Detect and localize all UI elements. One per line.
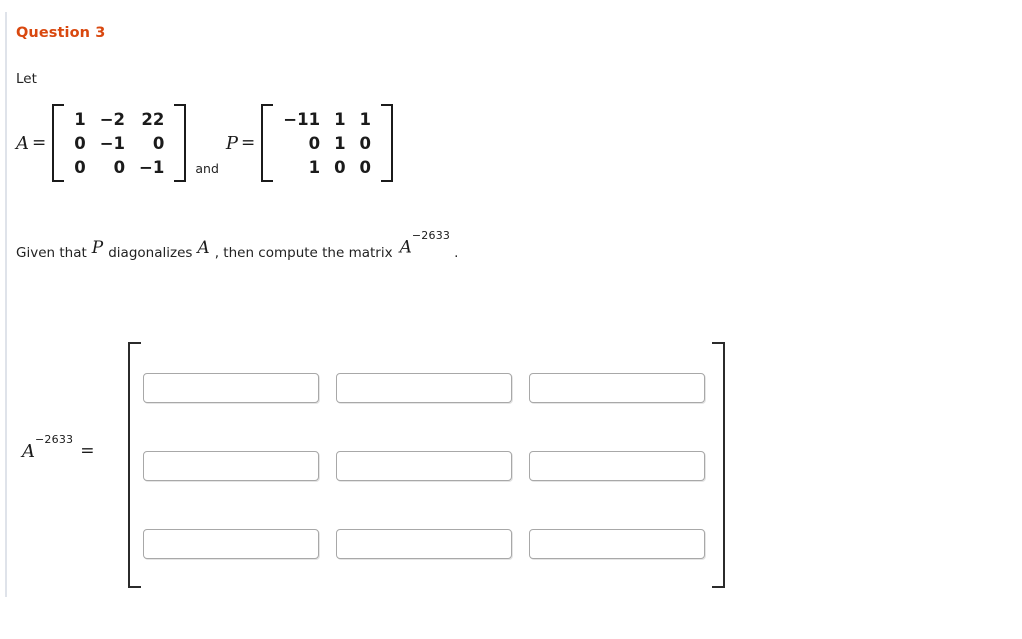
matrix-p-left-bracket [261, 104, 274, 183]
prompt-power-base: A [399, 237, 412, 258]
prompt-power-exponent: −2633 [411, 229, 451, 243]
prompt-part-3: , then compute the matrix [214, 244, 393, 261]
matrix-a-cell-0-1: −2 [99, 109, 126, 129]
matrix-a-cell-2-1: 0 [113, 157, 126, 177]
answer-matrix-row [143, 373, 707, 403]
answer-matrix-row [143, 529, 707, 559]
prompt-var-a: A [197, 237, 210, 258]
matrix-a-equals: = [32, 133, 47, 154]
answer-cell-0-1[interactable] [336, 373, 512, 403]
prompt-power-expression: A−2633 [399, 229, 451, 258]
answer-cell-0-2[interactable] [529, 373, 705, 403]
matrix-a-cell-2-2: −1 [139, 157, 165, 177]
answer-cell-0-0[interactable] [143, 373, 319, 403]
matrix-a-cell-2-0: 0 [74, 157, 86, 177]
question-prompt: Given that P diagonalizes A , then compu… [16, 229, 459, 262]
left-accent-rule [5, 12, 7, 597]
answer-cell-2-2[interactable] [529, 529, 705, 559]
answer-cell-1-0[interactable] [143, 451, 319, 481]
answer-cell-1-2[interactable] [529, 451, 705, 481]
matrix-p-right-bracket [381, 104, 394, 183]
answer-cell-2-0[interactable] [143, 529, 319, 559]
answer-matrix-right-bracket [712, 342, 725, 588]
question-title: Question 3 [16, 25, 106, 41]
matrix-a-label: A [16, 132, 29, 154]
matrix-a-right-bracket [174, 104, 187, 183]
answer-matrix-row [143, 451, 707, 481]
answer-matrix-grid [143, 373, 707, 559]
prompt-part-2: diagonalizes [108, 244, 193, 261]
answer-power-base: A [22, 441, 35, 462]
matrix-p-cell-0-1: 1 [334, 109, 346, 129]
answer-cell-1-1[interactable] [336, 451, 512, 481]
matrix-p-cell-1-0: 0 [308, 133, 321, 153]
answer-equals-sign: = [80, 441, 95, 461]
answer-label: A−2633 = [22, 433, 95, 462]
matrix-p-cell-2-0: 1 [308, 157, 321, 177]
matrix-p-cell-1-1: 1 [334, 133, 346, 153]
matrix-a-cell-1-1: −1 [99, 133, 126, 153]
matrix-a-grid: 1 −2 22 0 −1 0 0 0 −1 [64, 104, 174, 182]
conjunction-and: and [195, 161, 219, 177]
answer-cell-2-1[interactable] [336, 529, 512, 559]
matrix-p-cell-0-2: 1 [359, 109, 372, 129]
matrix-a-cell-0-2: 22 [141, 109, 165, 129]
matrix-a: 1 −2 22 0 −1 0 0 0 −1 [52, 104, 187, 183]
matrix-p-equals: = [241, 133, 256, 154]
answer-power-expression: A−2633 [22, 433, 73, 462]
prompt-var-p: P [91, 237, 104, 258]
matrix-p-cell-0-0: −11 [283, 109, 321, 129]
matrix-p: −11 1 1 0 1 0 1 0 0 [261, 104, 394, 183]
matrix-a-cell-0-0: 1 [74, 109, 86, 129]
matrix-a-cell-1-2: 0 [152, 133, 165, 153]
matrix-a-left-bracket [52, 104, 65, 183]
answer-matrix-left-bracket [128, 342, 141, 588]
matrix-definitions-row: A = 1 −2 22 0 −1 0 0 0 −1 and P = −11 1 … [16, 104, 395, 183]
answer-power-exponent: −2633 [35, 433, 74, 447]
matrix-p-label: P [225, 132, 239, 154]
matrix-p-grid: −11 1 1 0 1 0 1 0 0 [273, 104, 381, 182]
matrix-p-cell-1-2: 0 [359, 133, 372, 153]
prompt-part-1: Given that [16, 244, 87, 261]
matrix-a-cell-1-0: 0 [74, 133, 86, 153]
prompt-period: . [454, 244, 459, 261]
matrix-p-cell-2-2: 0 [359, 157, 372, 177]
matrix-p-cell-2-1: 0 [334, 157, 346, 177]
intro-text: Let [16, 71, 37, 87]
